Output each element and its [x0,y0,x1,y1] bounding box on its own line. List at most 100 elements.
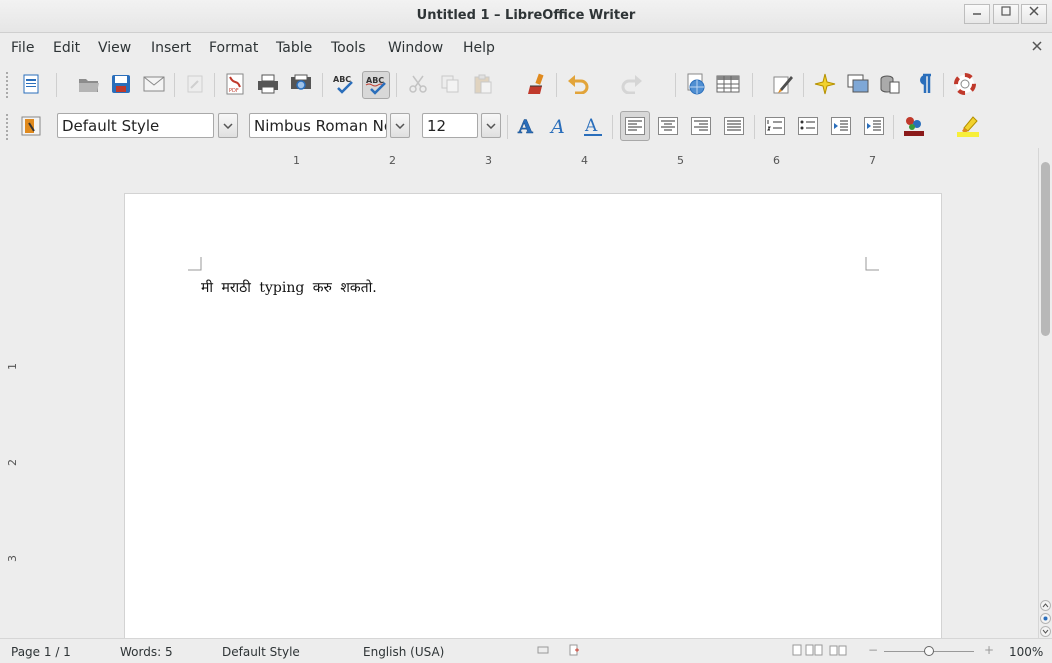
autospellcheck-icon: ABC [365,76,386,95]
document-page[interactable]: मी मराठी typing करु शकतो. [124,193,942,638]
decrease-indent-button[interactable] [829,114,853,138]
email-button[interactable] [142,72,166,96]
align-left-button[interactable] [620,111,650,141]
bold-button[interactable]: A [515,114,539,138]
print-preview-icon [291,74,311,90]
zoom-in-button[interactable]: + [984,643,994,657]
zoom-out-button[interactable]: − [868,643,878,657]
export-pdf-button[interactable]: PDF [223,72,247,96]
show-draw-functions-button[interactable] [771,72,795,96]
status-language[interactable]: English (USA) [363,645,444,659]
align-right-button[interactable] [689,114,713,138]
menu-table[interactable]: Table [276,40,312,56]
font-name-dropdown[interactable] [390,113,410,138]
navigator-button[interactable] [813,72,837,96]
redo-button[interactable] [620,72,644,96]
font-color-button[interactable] [902,114,926,138]
selection-mode-icon[interactable] [537,644,549,659]
standard-toolbar: PDF ABC ABC [0,64,1052,106]
separator [612,115,613,139]
print-preview-button[interactable] [289,72,313,96]
save-button[interactable] [109,72,133,96]
table-button[interactable] [716,72,740,96]
menu-window[interactable]: Window [388,40,443,56]
data-sources-button[interactable] [878,72,902,96]
italic-button[interactable]: A [548,114,572,138]
font-color-icon [904,117,924,136]
undo-button[interactable] [566,72,590,96]
styles-formatting-icon [21,116,41,136]
spellcheck-button[interactable]: ABC [331,72,355,96]
navigator-icon [814,73,836,95]
font-size-dropdown[interactable] [481,113,501,138]
copy-button[interactable] [438,72,462,96]
scrollbar-thumb[interactable] [1041,162,1050,336]
edit-file-button[interactable] [183,72,207,96]
svg-text:ABC: ABC [333,75,351,84]
document-text[interactable]: मी मराठी typing करु शकतो. [201,278,377,297]
increase-indent-button[interactable] [862,114,886,138]
previous-page-button[interactable] [1040,600,1051,611]
menu-help[interactable]: Help [463,40,495,56]
horizontal-ruler[interactable]: 1 2 3 4 5 6 7 [0,148,1038,178]
menu-format[interactable]: Format [209,40,258,56]
book-view-icon[interactable] [829,644,847,659]
title-bar: Untitled 1 – LibreOffice Writer [0,0,1052,33]
highlighting-button[interactable] [956,114,980,138]
menu-view[interactable]: View [98,40,131,56]
paste-button[interactable] [471,72,495,96]
print-icon [258,74,278,94]
zoom-percentage[interactable]: 100% [1009,645,1043,659]
navigation-button[interactable] [1040,613,1051,624]
ruler-number: 2 [6,459,19,466]
export-pdf-icon: PDF [226,73,244,95]
minimize-button[interactable] [964,4,990,24]
menu-edit[interactable]: Edit [53,40,80,56]
status-page-style[interactable]: Default Style [222,645,300,659]
bullets-button[interactable] [796,114,820,138]
gallery-button[interactable] [846,72,870,96]
ruler-number: 1 [293,154,300,167]
help-button[interactable] [953,72,977,96]
styles-formatting-button[interactable] [19,114,43,138]
separator [556,73,557,97]
align-center-button[interactable] [656,114,680,138]
toolbar-grip[interactable] [6,114,9,140]
gallery-icon [847,74,869,93]
multi-page-view-icon[interactable] [805,644,823,659]
menu-tools[interactable]: Tools [331,40,366,56]
status-word-count[interactable]: Words: 5 [120,645,173,659]
open-button[interactable] [77,72,101,96]
status-bar: Page 1 / 1 Words: 5 Default Style Englis… [0,638,1052,663]
separator [56,73,57,97]
autospellcheck-button[interactable]: ABC [362,71,390,99]
font-size-combo[interactable]: 12 [422,113,478,138]
maximize-icon [1001,6,1011,16]
cut-button[interactable] [406,72,430,96]
status-page[interactable]: Page 1 / 1 [11,645,71,659]
hyperlink-button[interactable] [684,72,708,96]
maximize-button[interactable] [993,4,1019,24]
justify-button[interactable] [722,114,746,138]
numbering-button[interactable] [763,114,787,138]
paragraph-style-combo[interactable]: Default Style [57,113,214,138]
vertical-ruler[interactable]: 1 2 3 [0,178,30,638]
zoom-slider-handle[interactable] [924,646,934,656]
menu-insert[interactable]: Insert [151,40,191,56]
formatting-marks-button[interactable] [912,72,936,96]
toolbar-grip[interactable] [6,72,9,98]
clone-formatting-button[interactable] [525,72,549,96]
new-document-icon [23,74,39,94]
font-name-combo[interactable]: Nimbus Roman No9 [249,113,387,138]
close-document-button[interactable] [1032,39,1042,55]
margin-corner-mark [865,257,879,271]
close-window-button[interactable] [1021,4,1047,24]
single-page-view-icon[interactable] [792,644,802,659]
underline-button[interactable]: A [581,114,605,138]
next-page-button[interactable] [1040,626,1051,637]
paragraph-style-dropdown[interactable] [218,113,238,138]
new-document-button[interactable] [19,72,43,96]
print-button[interactable] [256,72,280,96]
menu-file[interactable]: File [11,40,34,56]
vertical-scrollbar[interactable] [1038,148,1052,638]
